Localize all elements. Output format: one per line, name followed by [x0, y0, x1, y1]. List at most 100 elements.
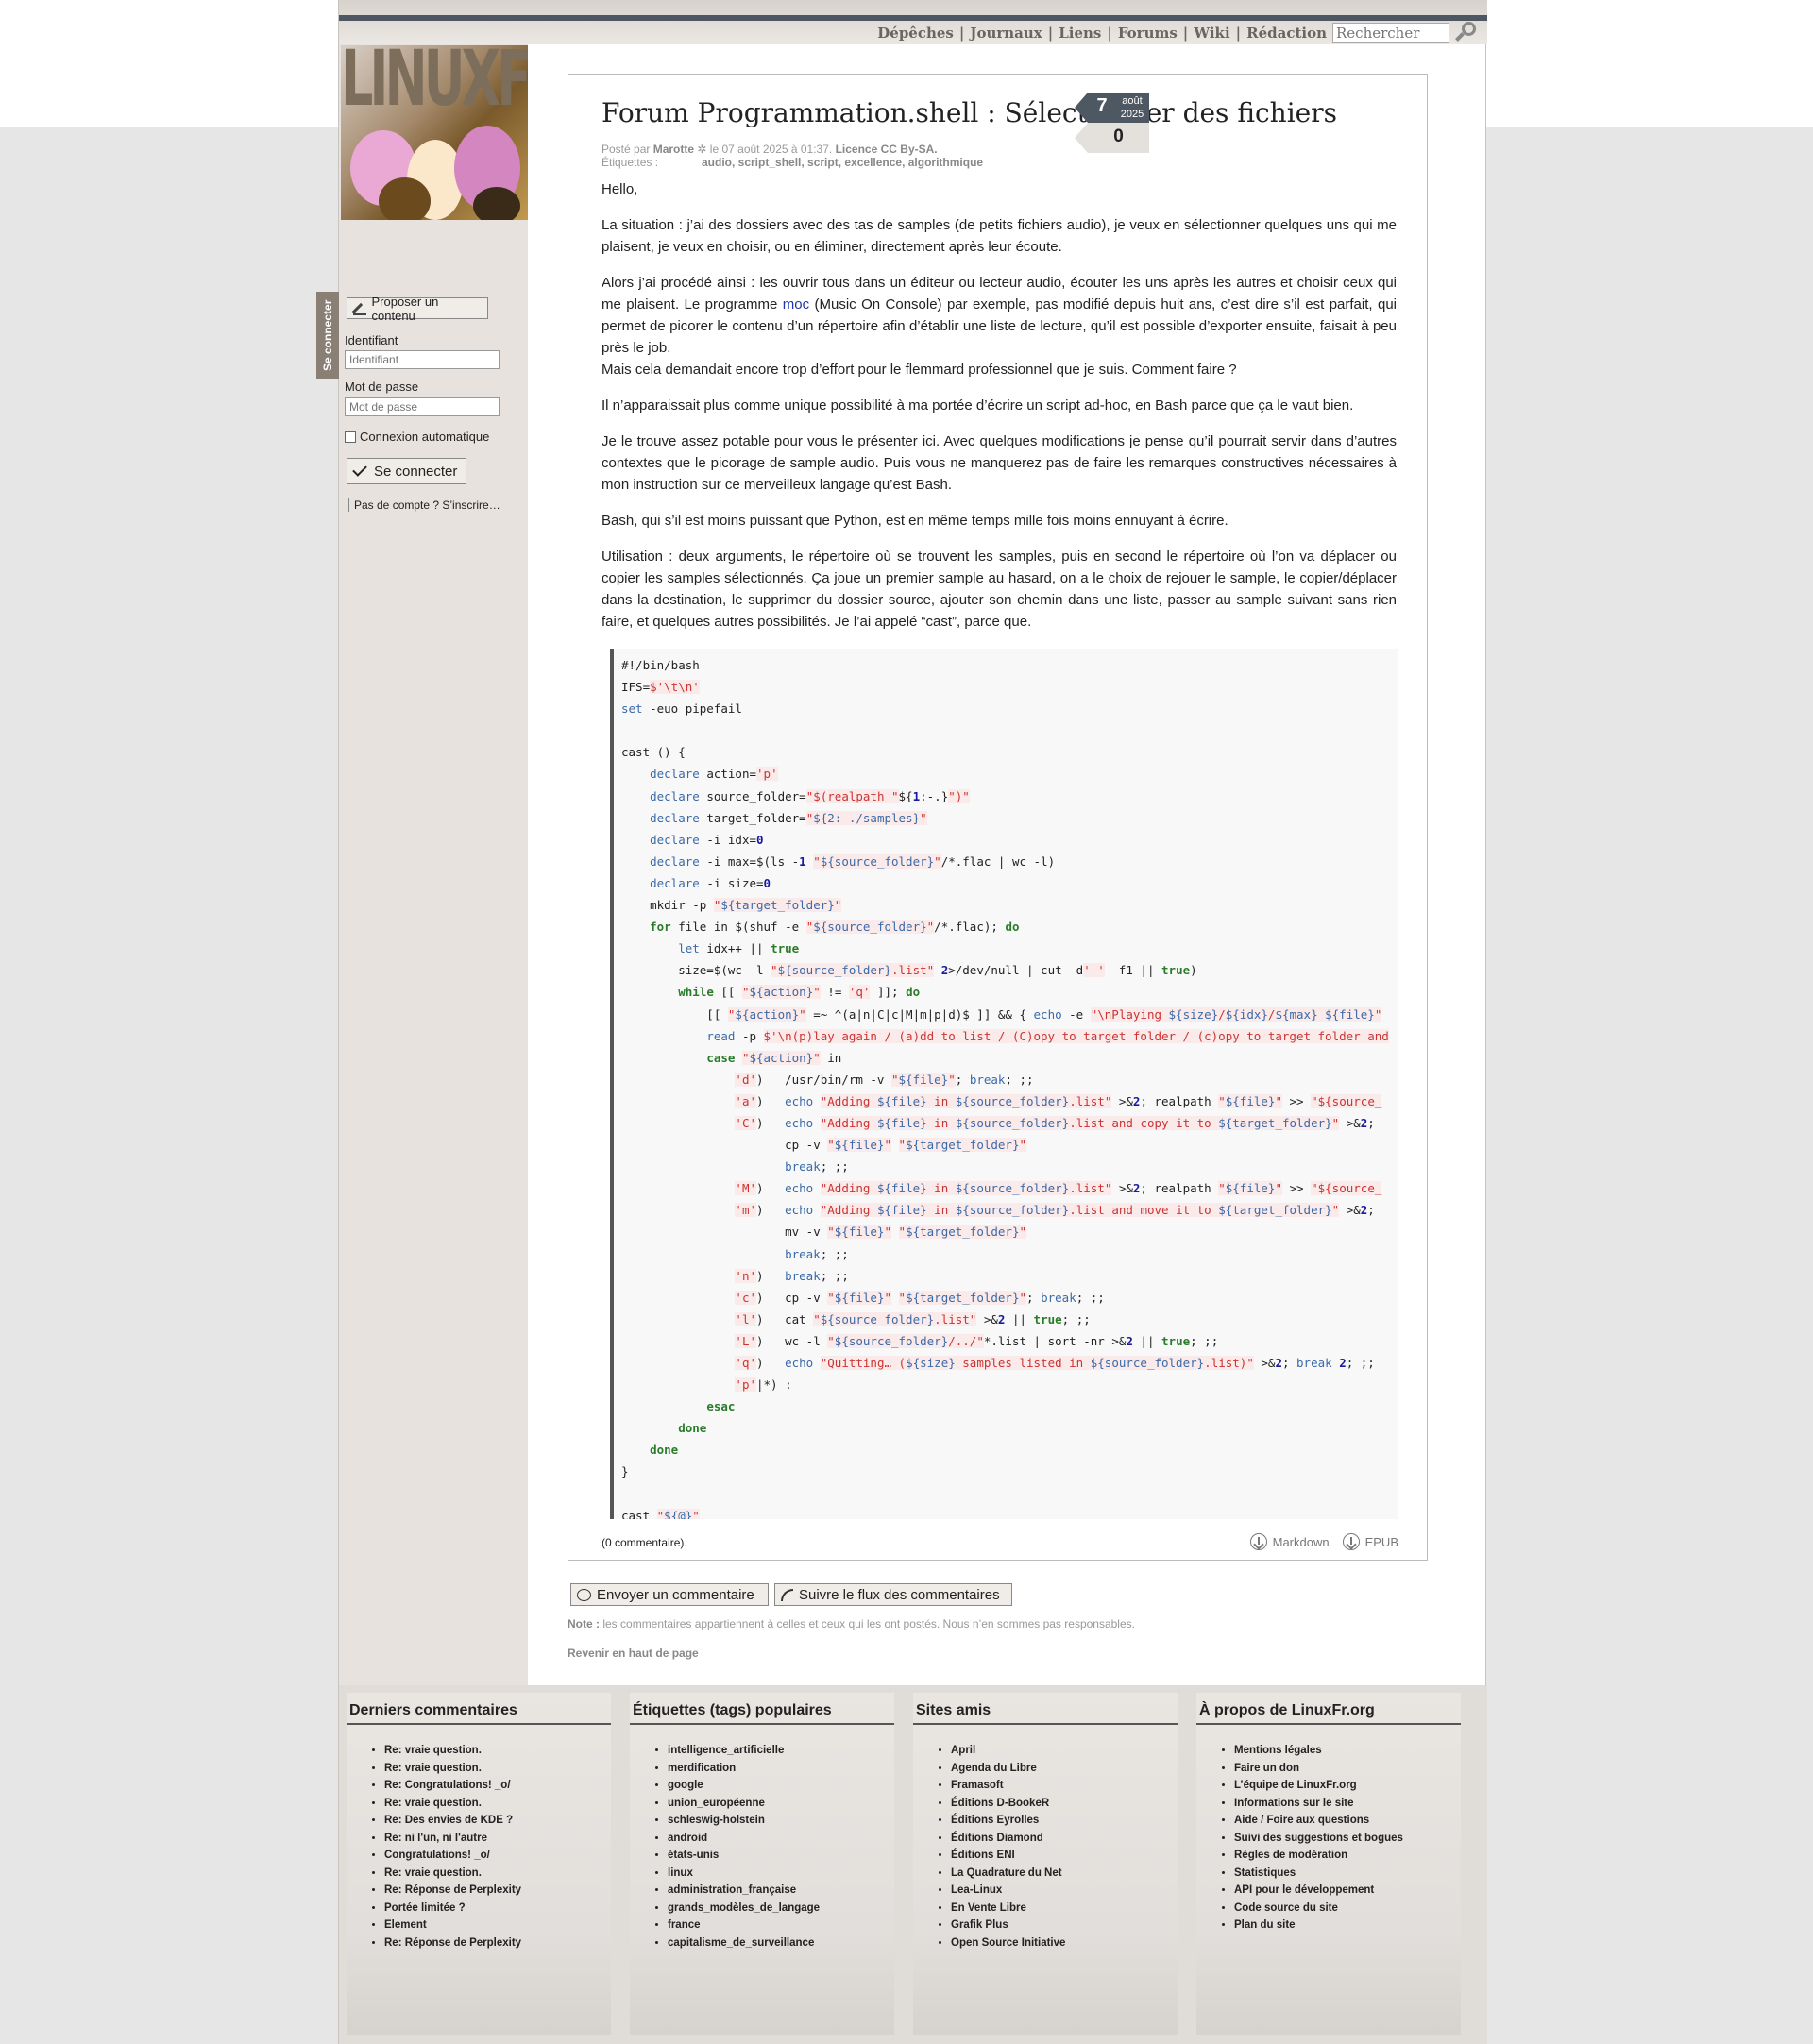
footer-link[interactable]: Re: vraie question.: [384, 1742, 611, 1760]
footer-link[interactable]: Element: [384, 1917, 611, 1934]
footer-link[interactable]: capitalisme_de_surveillance: [668, 1934, 894, 1952]
linuxfr-logo[interactable]: LINUXFR.ORG: [341, 45, 528, 220]
footer-link[interactable]: administration_française: [668, 1882, 894, 1900]
footer-link[interactable]: france: [668, 1917, 894, 1934]
send-comment-button[interactable]: Envoyer un commentaire: [570, 1583, 769, 1606]
id-input[interactable]: [345, 350, 500, 369]
login-button[interactable]: Se connecter: [347, 458, 466, 484]
footer-link[interactable]: Re: Réponse de Perplexity: [384, 1934, 611, 1952]
rss-icon: [781, 1588, 793, 1601]
tags-list[interactable]: audio, script_shell, script, excellence,…: [702, 156, 983, 169]
footer-col-about: À propos de LinuxFr.orgMentions légalesF…: [1196, 1693, 1461, 2035]
footer-link[interactable]: Mentions légales: [1234, 1742, 1461, 1760]
search-icon[interactable]: [1453, 21, 1478, 45]
code-line: [[ "${action}" =~ ^(a|n|C|c|M|m|p|d)$ ]]…: [621, 1006, 1382, 1022]
footer-link[interactable]: schleswig-holstein: [668, 1812, 894, 1830]
footer-link[interactable]: Statistiques: [1234, 1865, 1461, 1883]
footer-link[interactable]: Aide / Foire aux questions: [1234, 1812, 1461, 1830]
code-line: 'a') echo "Adding ${file} in ${source_fo…: [735, 1093, 1382, 1108]
footer-link[interactable]: Agenda du Libre: [951, 1760, 1178, 1778]
footer-link[interactable]: Grafik Plus: [951, 1917, 1178, 1934]
footer-link[interactable]: Open Source Initiative: [951, 1934, 1178, 1952]
footer-link[interactable]: union_européenne: [668, 1795, 894, 1813]
nav-wiki[interactable]: Wiki: [1194, 25, 1229, 42]
date-month: août: [1122, 95, 1143, 107]
follow-comments-button[interactable]: Suivre le flux des commentaires: [774, 1583, 1012, 1606]
pw-input[interactable]: [345, 397, 500, 416]
footer-link[interactable]: Éditions D-BookeR: [951, 1795, 1178, 1813]
footer-link[interactable]: google: [668, 1777, 894, 1795]
main-nav: Dépêches | Journaux | Liens | Forums | Wiki |…: [877, 21, 1478, 44]
footer-link[interactable]: Portée limitée ?: [384, 1900, 611, 1917]
footer-link[interactable]: Suivi des suggestions et bogues: [1234, 1830, 1461, 1848]
code-line: 'p'|*) :: [735, 1377, 792, 1393]
download-icon: [1249, 1533, 1267, 1550]
nav-journaux[interactable]: Journaux: [970, 25, 1042, 42]
nav-redaction[interactable]: Rédaction: [1246, 25, 1327, 42]
footer-link[interactable]: Congratulations! _o/: [384, 1847, 611, 1865]
propose-content-button[interactable]: Proposer un contenu: [347, 295, 488, 323]
epub-download[interactable]: EPUB: [1342, 1533, 1398, 1550]
signup-link[interactable]: Pas de compte ? S’inscrire…: [348, 498, 500, 512]
code-block: #!/bin/bash IFS=$'\t\n' set -euo pipefail …: [610, 649, 1398, 1519]
licence-link[interactable]: Licence CC By‑SA.: [836, 143, 938, 156]
footer-link[interactable]: Re: vraie question.: [384, 1795, 611, 1813]
footer-link[interactable]: Éditions Diamond: [951, 1830, 1178, 1848]
nav-forums[interactable]: Forums: [1118, 25, 1178, 42]
search-input[interactable]: [1332, 22, 1449, 43]
author-link[interactable]: Marotte: [653, 143, 694, 156]
date-year: 2025: [1120, 109, 1144, 120]
back-to-top-link[interactable]: Revenir en haut de page: [568, 1647, 699, 1660]
footer-link[interactable]: Re: Réponse de Perplexity: [384, 1882, 611, 1900]
check-icon: [352, 462, 367, 477]
footer-link[interactable]: La Quadrature du Net: [951, 1865, 1178, 1883]
auto-login-checkbox[interactable]: [345, 431, 356, 443]
code-line: cast "${@}": [621, 1505, 1398, 1519]
footer-link[interactable]: grands_modèles_de_langage: [668, 1900, 894, 1917]
code-line: 'L') wc -l "${source_folder}/../"*.list …: [735, 1333, 1219, 1348]
nav-liens[interactable]: Liens: [1059, 25, 1101, 42]
code-line: case "${action}" in: [706, 1050, 842, 1065]
footer-link[interactable]: Éditions Eyrolles: [951, 1812, 1178, 1830]
footer-link[interactable]: états-unis: [668, 1847, 894, 1865]
footer-link[interactable]: merdification: [668, 1760, 894, 1778]
nav-depeches[interactable]: Dépêches: [877, 25, 954, 42]
footer-link[interactable]: April: [951, 1742, 1178, 1760]
code-line: break; ;;: [785, 1246, 849, 1261]
footer-link[interactable]: Framasoft: [951, 1777, 1178, 1795]
footer-link[interactable]: intelligence_artificielle: [668, 1742, 894, 1760]
footer-link[interactable]: linux: [668, 1865, 894, 1883]
code-line: #!/bin/bash: [621, 658, 700, 672]
auto-login[interactable]: Connexion automatique: [345, 430, 489, 444]
comment-count[interactable]: (0 commentaire).: [602, 1536, 687, 1549]
comment-counter[interactable]: 0: [1088, 127, 1149, 147]
footer-link[interactable]: Code source du site: [1234, 1900, 1461, 1917]
date-day: 7: [1096, 95, 1108, 116]
footer-link[interactable]: Re: Des envies de KDE ?: [384, 1812, 611, 1830]
footer-link[interactable]: En Vente Libre: [951, 1900, 1178, 1917]
login-tab[interactable]: Se connecter: [316, 292, 339, 379]
footer-link[interactable]: Plan du site: [1234, 1917, 1461, 1934]
footer-link[interactable]: Re: vraie question.: [384, 1865, 611, 1883]
code-line: let idx++ || true: [678, 941, 800, 956]
footer-link[interactable]: Éditions ENI: [951, 1847, 1178, 1865]
footer-col-tags: Étiquettes (tags) populairesintelligence…: [630, 1693, 894, 2035]
footer-link[interactable]: L’équipe de LinuxFr.org: [1234, 1777, 1461, 1795]
footer-link[interactable]: Re: vraie question.: [384, 1760, 611, 1778]
footer-link[interactable]: Faire un don: [1234, 1760, 1461, 1778]
footer-link[interactable]: Informations sur le site: [1234, 1795, 1461, 1813]
footer-link[interactable]: Re: ni l'un, ni l'autre: [384, 1830, 611, 1848]
footer-link[interactable]: API pour le développement: [1234, 1882, 1461, 1900]
footer-link[interactable]: Lea-Linux: [951, 1882, 1178, 1900]
code-line: declare -i idx=0: [650, 832, 764, 847]
note: Note : les commentaires appartiennent à …: [568, 1617, 1135, 1630]
footer: Derniers commentairesRe: vraie question.…: [339, 1685, 1487, 2044]
footer-link[interactable]: android: [668, 1830, 894, 1848]
code-line: 'c') cp -v "${file}" "${target_folder}";…: [735, 1290, 1105, 1305]
code-line: mkdir -p "${target_folder}": [621, 898, 842, 913]
footer-link[interactable]: Re: Congratulations! _o/: [384, 1777, 611, 1795]
footer-link[interactable]: Règles de modération: [1234, 1847, 1461, 1865]
moc-link[interactable]: moc: [783, 296, 809, 313]
markdown-download[interactable]: Markdown: [1249, 1533, 1330, 1550]
page: Dépêches | Journaux | Liens | Forums | Wiki |…: [316, 0, 1487, 2044]
